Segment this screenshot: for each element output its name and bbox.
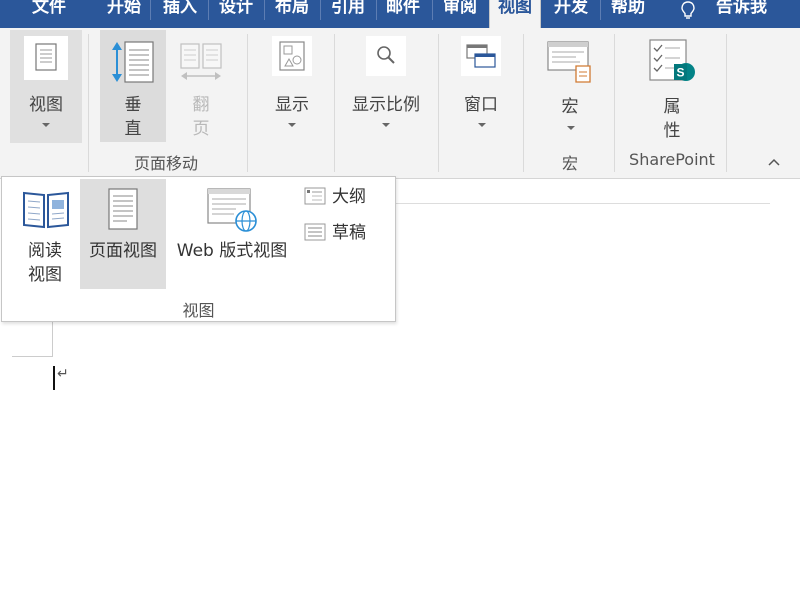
macros-button[interactable]: 宏 <box>534 30 606 142</box>
web-layout-label: Web 版式视图 <box>176 241 288 261</box>
web-layout-icon <box>207 188 257 232</box>
tab-divider <box>600 0 601 20</box>
group-divider <box>438 34 439 172</box>
read-mode-label-1: 阅读 <box>28 241 62 261</box>
views-dropdown-panel: 阅读 视图 页面视图 Web 版式视图 大纲 草稿 视图 <box>1 176 396 322</box>
show-icon <box>272 36 312 76</box>
group-label-views: 视图 <box>182 301 215 320</box>
web-layout-button[interactable]: Web 版式视图 <box>166 179 298 289</box>
chevron-down-icon <box>288 123 296 127</box>
vertical-button[interactable]: 垂 直 <box>100 30 166 142</box>
properties-label-1: 属 <box>663 97 681 117</box>
group-label-sharepoint: SharePoint <box>629 150 715 169</box>
zoom-icon <box>366 36 406 76</box>
group-divider <box>726 34 727 172</box>
page-margin-corner <box>12 356 52 357</box>
book-open-icon <box>23 191 69 229</box>
paragraph-mark-icon: ↵ <box>57 366 69 382</box>
group-label-macros: 宏 <box>561 154 578 173</box>
chevron-down-icon <box>567 126 575 130</box>
lightbulb-icon[interactable] <box>678 0 698 20</box>
tab-layout[interactable]: 布局 <box>270 0 314 20</box>
tab-developer[interactable]: 开发 <box>547 0 595 20</box>
window-button-label: 窗口 <box>464 95 498 115</box>
side-to-side-label-1: 翻 <box>192 95 210 115</box>
ribbon: 视图 垂 直 翻 页 页面移动 显示 显示比例 窗口 宏 宏 S 属 性 Sha… <box>0 28 800 179</box>
vertical-label-2: 直 <box>124 119 142 139</box>
side-by-side-icon <box>180 43 222 80</box>
properties-button[interactable]: S 属 性 <box>624 30 720 142</box>
tell-me-search[interactable]: 告诉我 <box>716 0 800 20</box>
tab-divider <box>264 0 265 20</box>
side-to-side-label-2: 页 <box>192 119 210 139</box>
sharepoint-properties-icon: S <box>649 39 695 81</box>
vertical-scroll-icon <box>112 41 154 83</box>
macro-icon <box>547 41 591 83</box>
tab-view[interactable]: 视图 <box>489 0 541 28</box>
tab-file[interactable]: 文件 <box>26 0 72 20</box>
group-divider <box>88 34 89 172</box>
chevron-down-icon <box>42 123 50 127</box>
tab-design[interactable]: 设计 <box>214 0 258 20</box>
window-button[interactable]: 窗口 <box>446 30 516 142</box>
chevron-up-icon[interactable] <box>766 156 782 168</box>
show-button[interactable]: 显示 <box>258 30 326 142</box>
zoom-button[interactable]: 显示比例 <box>340 30 432 142</box>
chevron-down-icon <box>382 123 390 127</box>
group-divider <box>334 34 335 172</box>
side-to-side-button[interactable]: 翻 页 <box>170 30 232 142</box>
read-mode-label-2: 视图 <box>28 265 62 285</box>
tab-divider <box>208 0 209 20</box>
outline-button[interactable]: 大纲 <box>302 185 382 209</box>
text-cursor <box>53 366 55 390</box>
group-divider <box>247 34 248 172</box>
tab-review[interactable]: 审阅 <box>438 0 482 20</box>
show-button-label: 显示 <box>275 95 309 115</box>
svg-text:S: S <box>676 66 684 80</box>
views-dropdown-button[interactable]: 视图 <box>10 30 82 143</box>
page-edge <box>396 203 770 204</box>
views-button-label: 视图 <box>29 95 63 115</box>
print-layout-button[interactable]: 页面视图 <box>80 179 166 289</box>
tab-divider <box>150 0 151 20</box>
read-mode-button[interactable]: 阅读 视图 <box>12 181 78 293</box>
tab-mailings[interactable]: 邮件 <box>381 0 425 20</box>
chevron-down-icon <box>478 123 486 127</box>
zoom-button-label: 显示比例 <box>352 95 420 115</box>
page-margin-corner <box>52 318 53 357</box>
document-view-icon <box>24 36 68 80</box>
outline-icon <box>304 187 326 205</box>
page-icon <box>108 188 138 230</box>
tab-help[interactable]: 帮助 <box>606 0 650 20</box>
tab-references[interactable]: 引用 <box>326 0 370 20</box>
vertical-label-1: 垂 <box>124 95 142 115</box>
tab-divider <box>432 0 433 20</box>
draft-label: 草稿 <box>332 223 366 243</box>
group-divider <box>614 34 615 172</box>
tab-divider <box>320 0 321 20</box>
properties-label-2: 性 <box>663 121 681 141</box>
outline-label: 大纲 <box>332 187 366 207</box>
ribbon-tab-bar: 文件 开始 插入 设计 布局 引用 邮件 审阅 视图 开发 帮助 告诉我 <box>0 0 800 28</box>
group-label-page-movement: 页面移动 <box>133 154 198 173</box>
group-divider <box>523 34 524 172</box>
draft-button[interactable]: 草稿 <box>302 221 382 245</box>
window-icon <box>461 36 501 76</box>
macros-button-label: 宏 <box>561 97 579 117</box>
tab-divider <box>376 0 377 20</box>
draft-icon <box>304 223 326 241</box>
tab-home[interactable]: 开始 <box>104 0 144 20</box>
tab-insert[interactable]: 插入 <box>158 0 202 20</box>
print-layout-label: 页面视图 <box>89 241 157 261</box>
